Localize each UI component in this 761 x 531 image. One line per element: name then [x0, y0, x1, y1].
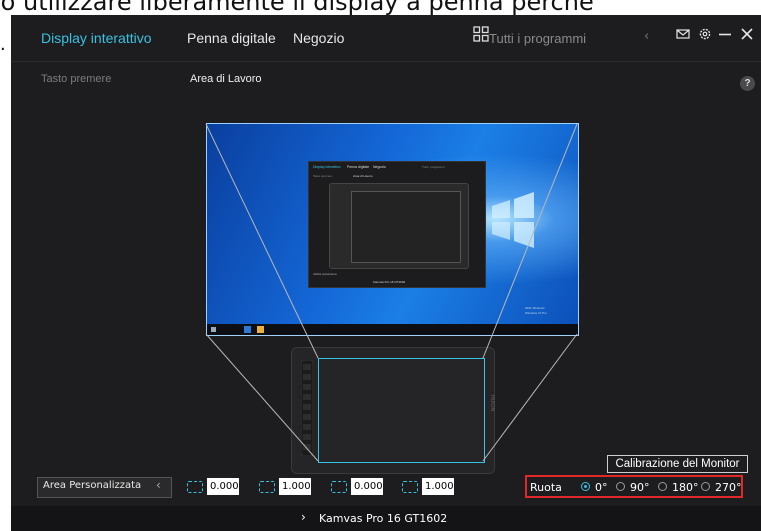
rotate-180-radio[interactable] — [658, 482, 667, 491]
minimize-icon[interactable] — [718, 27, 732, 41]
mini-tab-display: Display interattivo — [313, 165, 341, 169]
gear-icon[interactable] — [698, 27, 712, 41]
subtab-area-di-lavoro[interactable]: Area di Lavoro — [190, 73, 262, 85]
tablet-active-area[interactable] — [318, 358, 485, 463]
mini-tab-pen: Penna digitale — [347, 165, 370, 169]
chevron-left-icon[interactable]: ‹ — [644, 29, 649, 44]
tab-penna-digitale[interactable]: Penna digitale — [187, 30, 276, 46]
mini-subtab-tasto: Tasto premere — [313, 174, 333, 178]
area-height-input[interactable]: 1.000 — [422, 478, 454, 495]
divider — [11, 61, 761, 62]
area-y-icon — [259, 481, 275, 493]
mini-search: Tutti i programmi — [422, 165, 445, 169]
watermark-line1: 2021 Windows — [525, 306, 545, 310]
grid-icon[interactable] — [473, 26, 489, 42]
mini-device-name: Kamvas Pro 16 GT1602 — [373, 280, 406, 284]
rotate-90-label[interactable]: 90° — [630, 481, 650, 494]
help-icon[interactable]: ? — [740, 76, 755, 91]
mini-app-screenshot: Display interattivo Penna digitale Negoz… — [308, 161, 486, 288]
caption-bullet: . — [0, 34, 6, 55]
rotate-90-radio[interactable] — [616, 482, 625, 491]
folder-icon — [257, 326, 264, 333]
device-name[interactable]: Kamvas Pro 16 GT1602 — [319, 512, 447, 525]
mini-tablet — [329, 183, 469, 269]
area-width-icon — [331, 481, 347, 493]
rotate-270-label[interactable]: 270° — [715, 481, 742, 494]
calibration-button[interactable]: Calibrazione del Monitor — [607, 455, 748, 473]
taskbar — [207, 324, 578, 335]
express-keys-strip — [301, 360, 313, 456]
taskbar-app-icon — [244, 326, 251, 333]
tab-display-interattivo[interactable]: Display interattivo — [41, 30, 152, 46]
area-x-input[interactable]: 0.000 — [207, 478, 239, 495]
tab-negozio[interactable]: Negozio — [293, 30, 344, 46]
chevron-right-icon[interactable]: › — [301, 510, 306, 524]
watermark-line2: Windows 10 Pro — [525, 311, 547, 315]
mini-tab-shop: Negozio — [373, 165, 386, 169]
area-mode-label[interactable]: Area Personalizzata — [43, 480, 141, 491]
rotate-0-label[interactable]: 0° — [595, 481, 608, 494]
start-icon — [211, 327, 216, 332]
rotation-label: Ruota — [530, 481, 562, 494]
area-x-icon — [187, 481, 203, 493]
area-height-icon — [402, 481, 418, 493]
rotate-0-radio[interactable] — [581, 482, 590, 491]
monitor-preview: Display interattivo Penna digitale Negoz… — [206, 123, 579, 336]
mini-checkbox-label: Abilita pulsantiera — [313, 272, 337, 276]
chevron-left-icon[interactable]: ‹ — [156, 478, 161, 492]
windows-logo-icon — [492, 192, 534, 248]
close-icon[interactable] — [740, 27, 754, 41]
rotate-270-radio[interactable] — [701, 482, 710, 491]
mail-icon[interactable] — [676, 27, 690, 41]
area-width-input[interactable]: 0.000 — [351, 478, 383, 495]
subtab-tasto-premere[interactable]: Tasto premere — [41, 73, 111, 85]
tablet-brand-label: HUION — [489, 394, 496, 412]
mini-subtab-area: Area di Lavoro — [353, 174, 373, 178]
app-window: Display interattivo Penna digitale Negoz… — [11, 15, 761, 531]
area-y-input[interactable]: 1.000 — [279, 478, 311, 495]
search-placeholder[interactable]: Tutti i programmi — [489, 31, 586, 46]
mini-active-area — [351, 191, 461, 263]
rotate-180-label[interactable]: 180° — [672, 481, 699, 494]
